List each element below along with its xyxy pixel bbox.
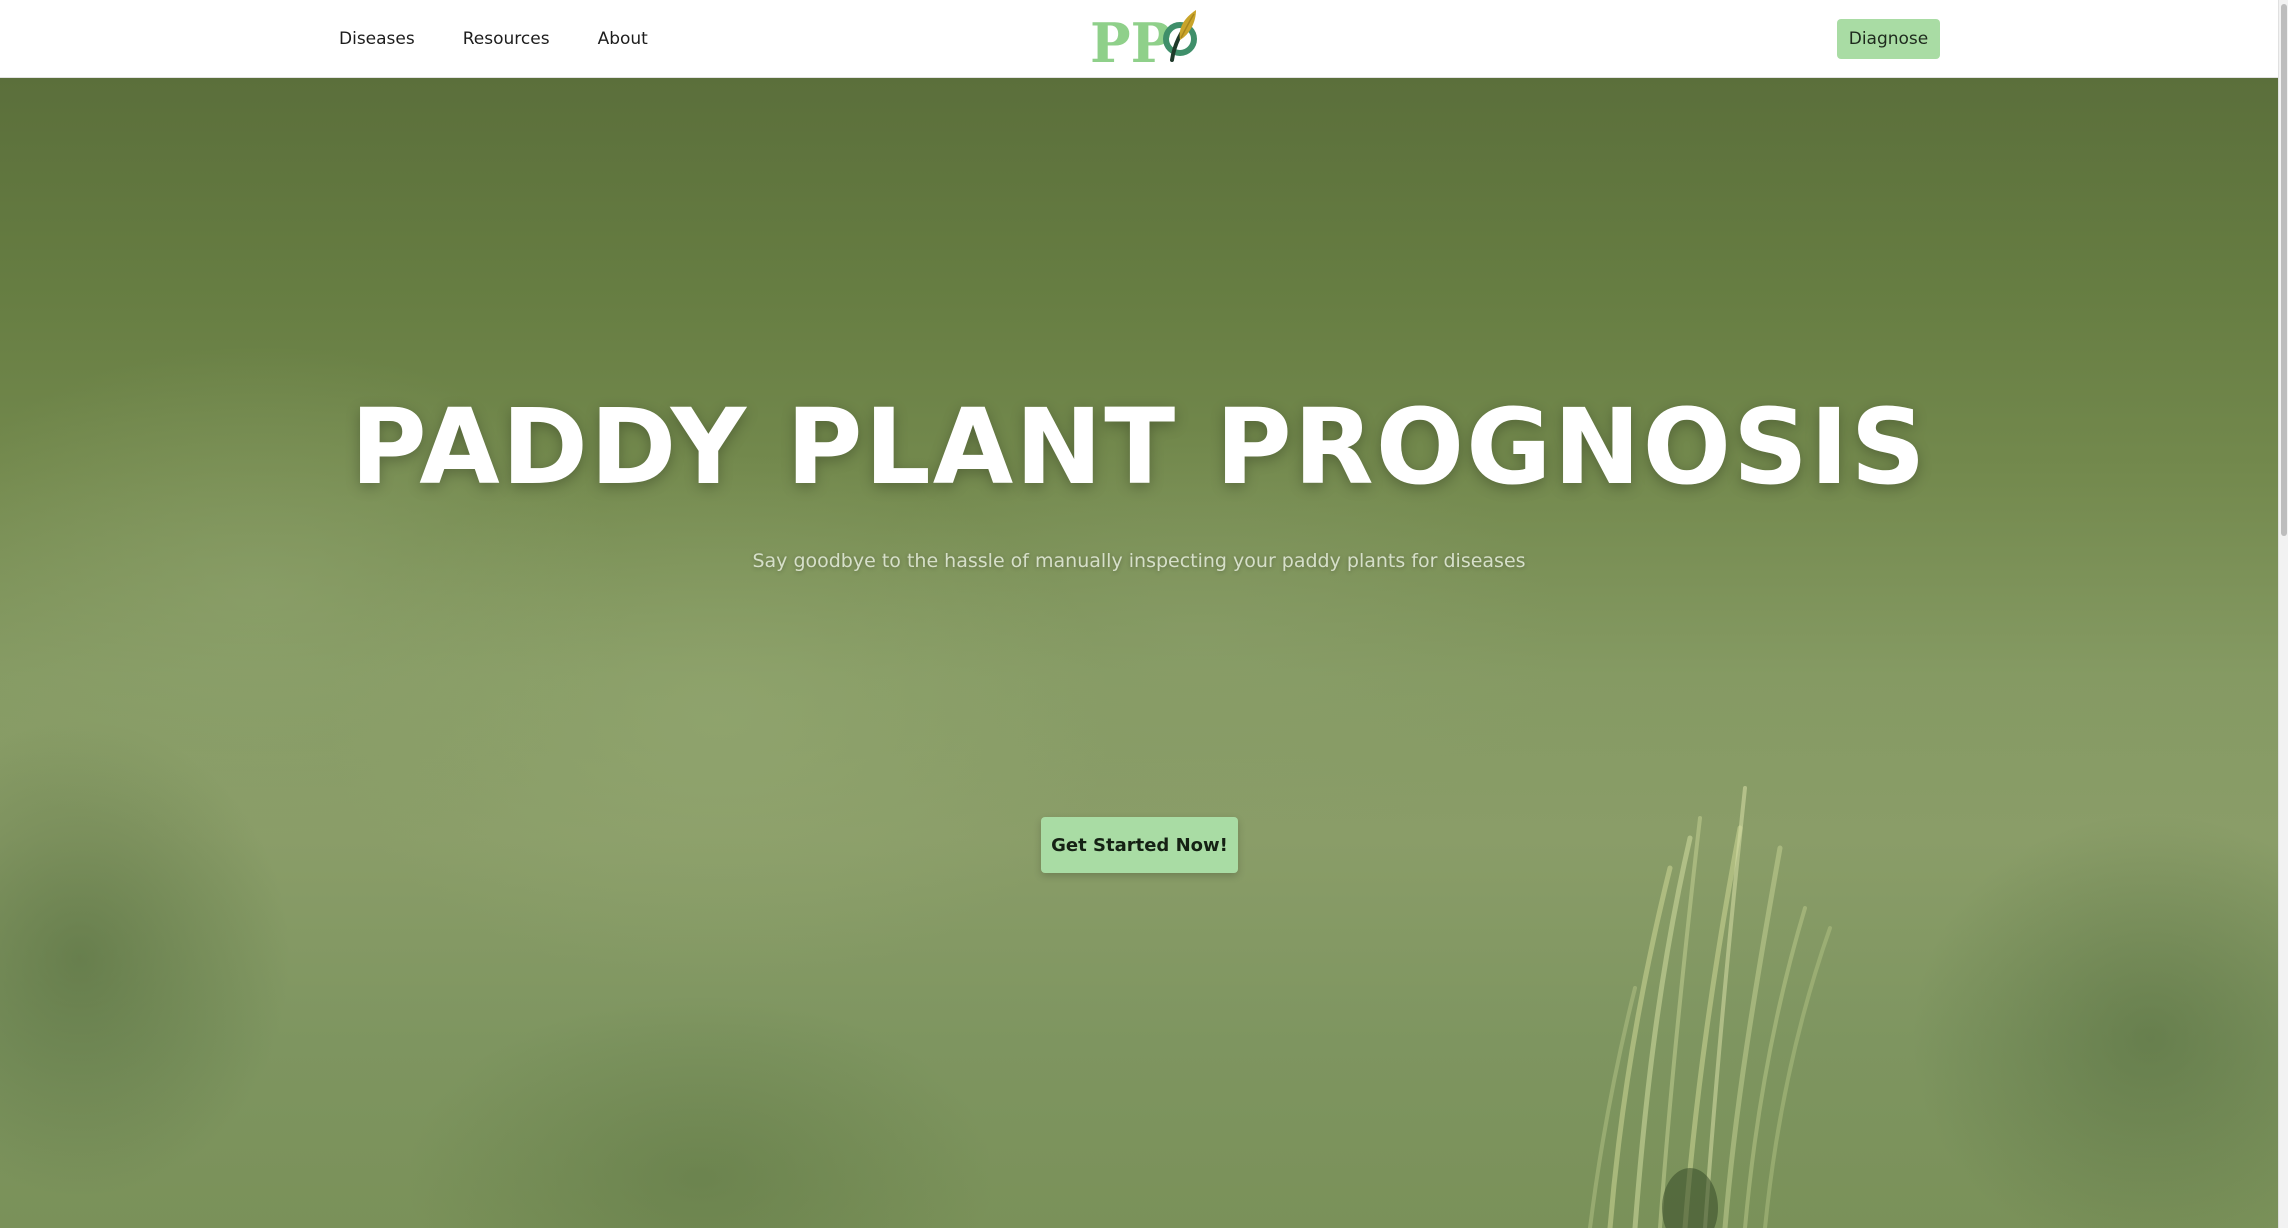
hero-section: PADDY PLANT PROGNOSIS Say goodbye to the…	[0, 78, 2278, 1228]
nav-link-resources[interactable]: Resources	[463, 29, 550, 49]
hero-title: PADDY PLANT PROGNOSIS	[350, 386, 1928, 508]
logo-text: PP	[1090, 11, 1171, 68]
scrollbar-thumb[interactable]	[2281, 4, 2287, 536]
ppp-leaf-logo-icon[interactable]: PP	[1088, 6, 1208, 75]
main-nav: Diseases Resources About	[339, 0, 696, 78]
get-started-button[interactable]: Get Started Now!	[1041, 817, 1238, 873]
diagnose-button[interactable]: Diagnose	[1837, 19, 1940, 59]
page-scrollbar[interactable]	[2278, 0, 2288, 1228]
nav-link-about[interactable]: About	[598, 29, 648, 49]
nav-link-diseases[interactable]: Diseases	[339, 29, 415, 49]
hero-subtitle: Say goodbye to the hassle of manually in…	[752, 550, 1526, 572]
hero-grass-decoration	[1588, 786, 1832, 1228]
top-navbar: Diseases Resources About PP Diagnose	[0, 0, 2278, 78]
